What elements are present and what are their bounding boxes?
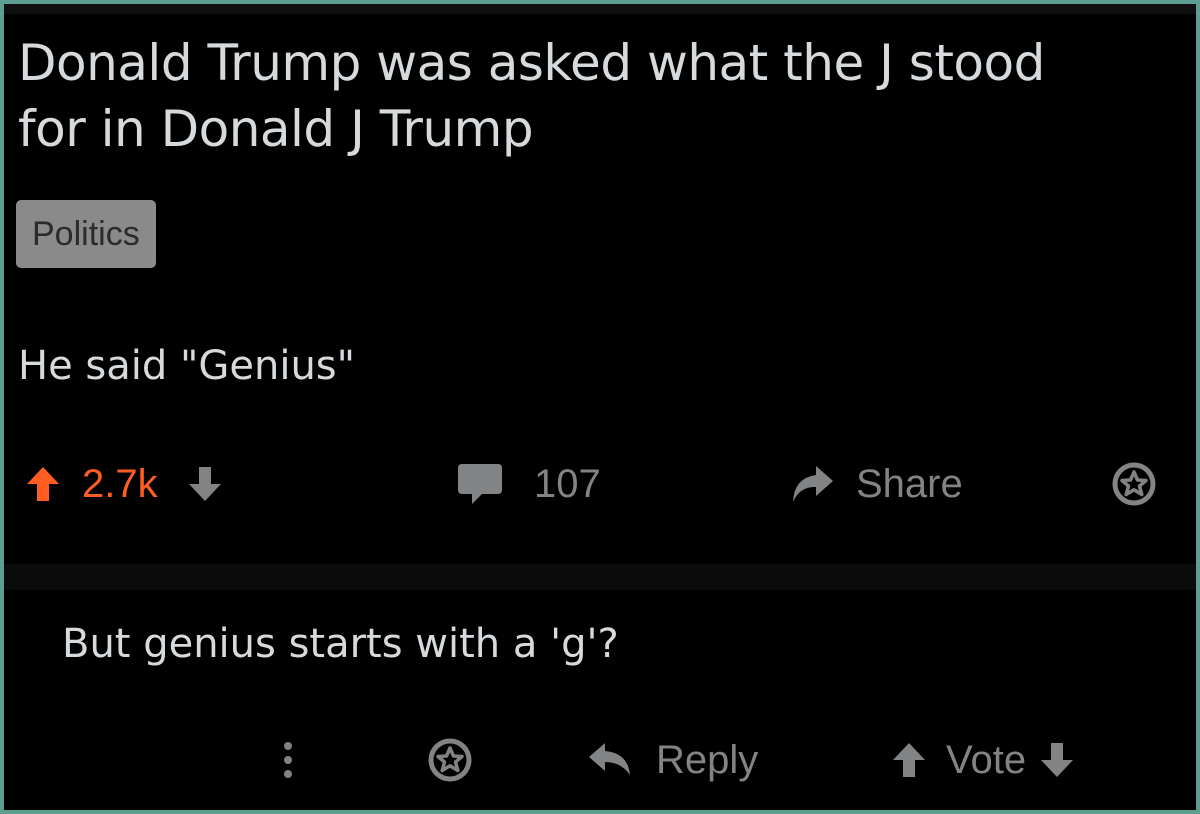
comment-vote-group: Vote [892,720,1074,800]
comment-action-bar: Reply Vote [4,720,1196,800]
award-icon [428,738,472,782]
post-body: He said "Genius" [18,343,356,389]
top-bar [4,4,1196,14]
post-score: 2.7k [82,461,158,506]
post-flair[interactable]: Politics [16,200,156,268]
comments-button[interactable]: 107 [456,444,601,524]
more-options-button[interactable] [282,720,294,800]
comment-body: But genius starts with a 'g'? [62,621,619,667]
vote-group: 2.7k [26,444,222,524]
reply-button[interactable]: Reply [588,720,758,800]
vote-label: Vote [946,737,1027,782]
downvote-icon[interactable] [1040,742,1074,778]
upvote-icon[interactable] [26,466,60,502]
share-label: Share [856,461,963,506]
upvote-icon[interactable] [892,742,926,778]
reply-icon [588,741,632,779]
comment-award-button[interactable] [428,720,472,800]
comment-icon [456,462,504,506]
post-title[interactable]: Donald Trump was asked what the J stood … [18,30,1118,162]
more-icon [282,738,294,782]
share-icon [790,464,834,504]
section-divider [4,564,1196,590]
comment-count: 107 [534,461,601,506]
post-action-bar: 2.7k 107 Share [4,444,1196,524]
award-button[interactable] [1112,444,1156,524]
reddit-post-screenshot: Donald Trump was asked what the J stood … [4,4,1196,810]
downvote-icon[interactable] [188,466,222,502]
reply-label: Reply [656,737,759,782]
share-button[interactable]: Share [790,444,963,524]
award-icon [1112,462,1156,506]
